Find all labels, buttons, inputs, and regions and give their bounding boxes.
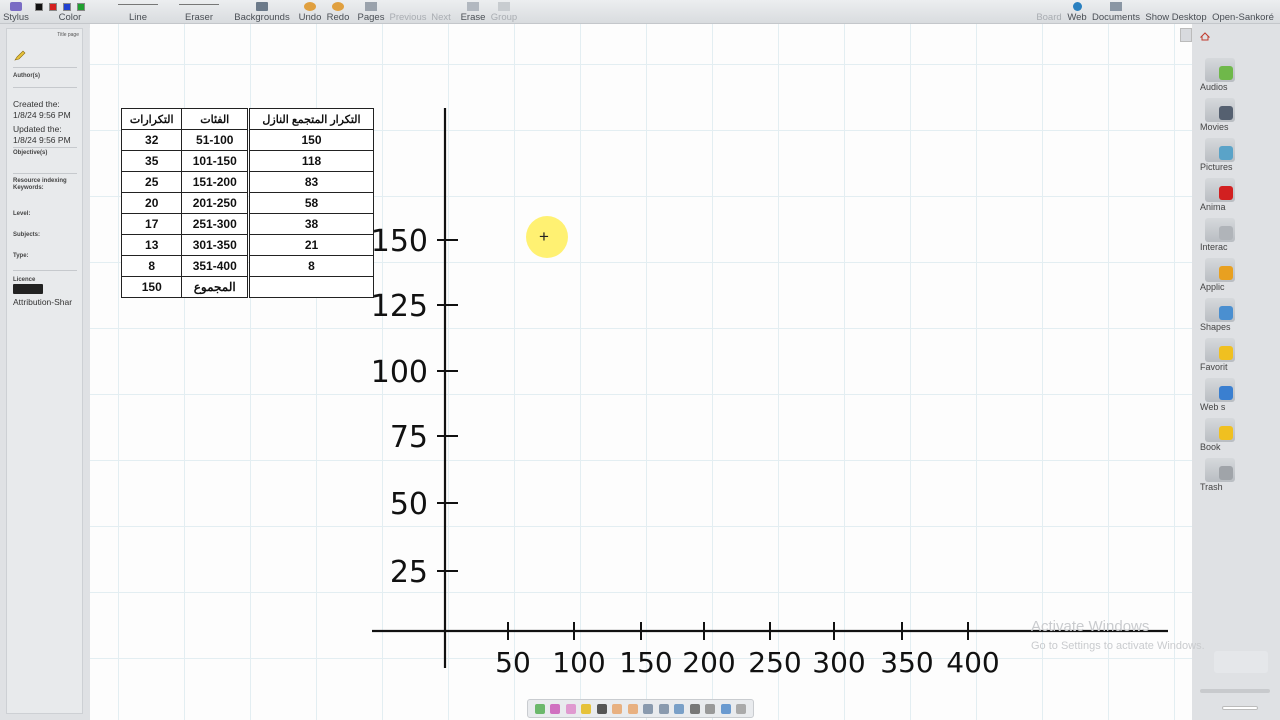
x-tick-label: 350: [880, 646, 933, 679]
library-item-pictures[interactable]: Pictures: [1197, 138, 1243, 172]
folder-icon: [1205, 178, 1235, 202]
x-tick-label: 150: [619, 646, 672, 679]
zoom-in-icon[interactable]: [643, 703, 654, 714]
folder-icon: [1205, 58, 1235, 82]
x-tick-label: 200: [682, 646, 735, 679]
hand-tool-icon[interactable]: [612, 703, 623, 714]
library-item-anima[interactable]: Anima: [1197, 178, 1243, 212]
folder-icon: [1205, 418, 1235, 442]
y-tick-label: 50: [390, 487, 428, 522]
library-item-label: Trash: [1200, 482, 1223, 492]
library-item-book[interactable]: Book: [1197, 418, 1243, 452]
library-panel: Audios Movies Pictures Anima Interac Applic Sh…: [1197, 28, 1243, 498]
folder-icon: [1205, 298, 1235, 322]
library-item-label: Favorit: [1200, 362, 1228, 372]
text-tool-icon[interactable]: [705, 703, 716, 714]
library-item-label: Anima: [1200, 202, 1226, 212]
folder-icon: [1205, 378, 1235, 402]
library-item-label: Web s: [1200, 402, 1226, 412]
pointer-tool-icon[interactable]: [596, 703, 607, 714]
video-controls[interactable]: [1214, 651, 1268, 673]
y-tick-label: 150: [371, 224, 428, 259]
x-tick-label: 300: [812, 646, 865, 679]
x-tick-label: 400: [946, 646, 999, 679]
highlighter-tool-icon[interactable]: [565, 703, 576, 714]
library-item-label: Movies: [1200, 122, 1229, 132]
pencil-tool-icon[interactable]: [581, 703, 592, 714]
library-item-label: Audios: [1200, 82, 1228, 92]
library-zoom-slider[interactable]: [1222, 706, 1258, 710]
line-tool-icon[interactable]: [689, 703, 700, 714]
folder-icon: [1205, 98, 1235, 122]
library-item-movies[interactable]: Movies: [1197, 98, 1243, 132]
activate-windows-title: Activate Windows: [1031, 618, 1150, 635]
x-tick-label: 100: [552, 646, 605, 679]
zoom-out-icon[interactable]: [658, 703, 669, 714]
folder-icon: [1205, 458, 1235, 482]
laser-pointer-icon[interactable]: [674, 703, 685, 714]
y-tick-label: 100: [371, 355, 428, 390]
pen-tool-icon[interactable]: [534, 703, 545, 714]
library-item-label: Interac: [1200, 242, 1228, 252]
library-item-shapes[interactable]: Shapes: [1197, 298, 1243, 332]
library-item-trash[interactable]: Trash: [1197, 458, 1243, 492]
capture-tool-icon[interactable]: [720, 703, 731, 714]
hand-drawn-graph: 25 50 75 100 125 150 50 100 150 200 250 300 350 400: [371, 108, 1168, 679]
y-tick-label: 25: [390, 555, 428, 590]
library-scrollbar[interactable]: [1200, 689, 1270, 693]
floating-tool-bar: [527, 699, 754, 718]
keyboard-icon[interactable]: [736, 703, 747, 714]
y-tick-label: 125: [371, 289, 428, 324]
library-item-applic[interactable]: Applic: [1197, 258, 1243, 292]
library-item-label: Pictures: [1200, 162, 1233, 172]
y-tick-label: 75: [390, 420, 428, 455]
library-item-label: Shapes: [1200, 322, 1231, 332]
folder-icon: [1205, 338, 1235, 362]
x-tick-label: 250: [748, 646, 801, 679]
library-item-audios[interactable]: Audios: [1197, 58, 1243, 92]
library-item-label: Applic: [1200, 282, 1225, 292]
folder-icon: [1205, 138, 1235, 162]
activate-windows-subtitle: Go to Settings to activate Windows.: [1031, 640, 1205, 652]
board-scroll-handle[interactable]: [1180, 28, 1192, 42]
folder-icon: [1205, 258, 1235, 282]
x-tick-label: 50: [495, 646, 531, 679]
library-item-favorit[interactable]: Favorit: [1197, 338, 1243, 372]
crosshair-cursor-icon: +: [539, 227, 549, 246]
grab-tool-icon[interactable]: [627, 703, 638, 714]
marker-tool-icon[interactable]: [550, 703, 561, 714]
library-item-label: Book: [1200, 442, 1221, 452]
folder-icon: [1205, 218, 1235, 242]
library-item-web-s[interactable]: Web s: [1197, 378, 1243, 412]
library-item-interac[interactable]: Interac: [1197, 218, 1243, 252]
